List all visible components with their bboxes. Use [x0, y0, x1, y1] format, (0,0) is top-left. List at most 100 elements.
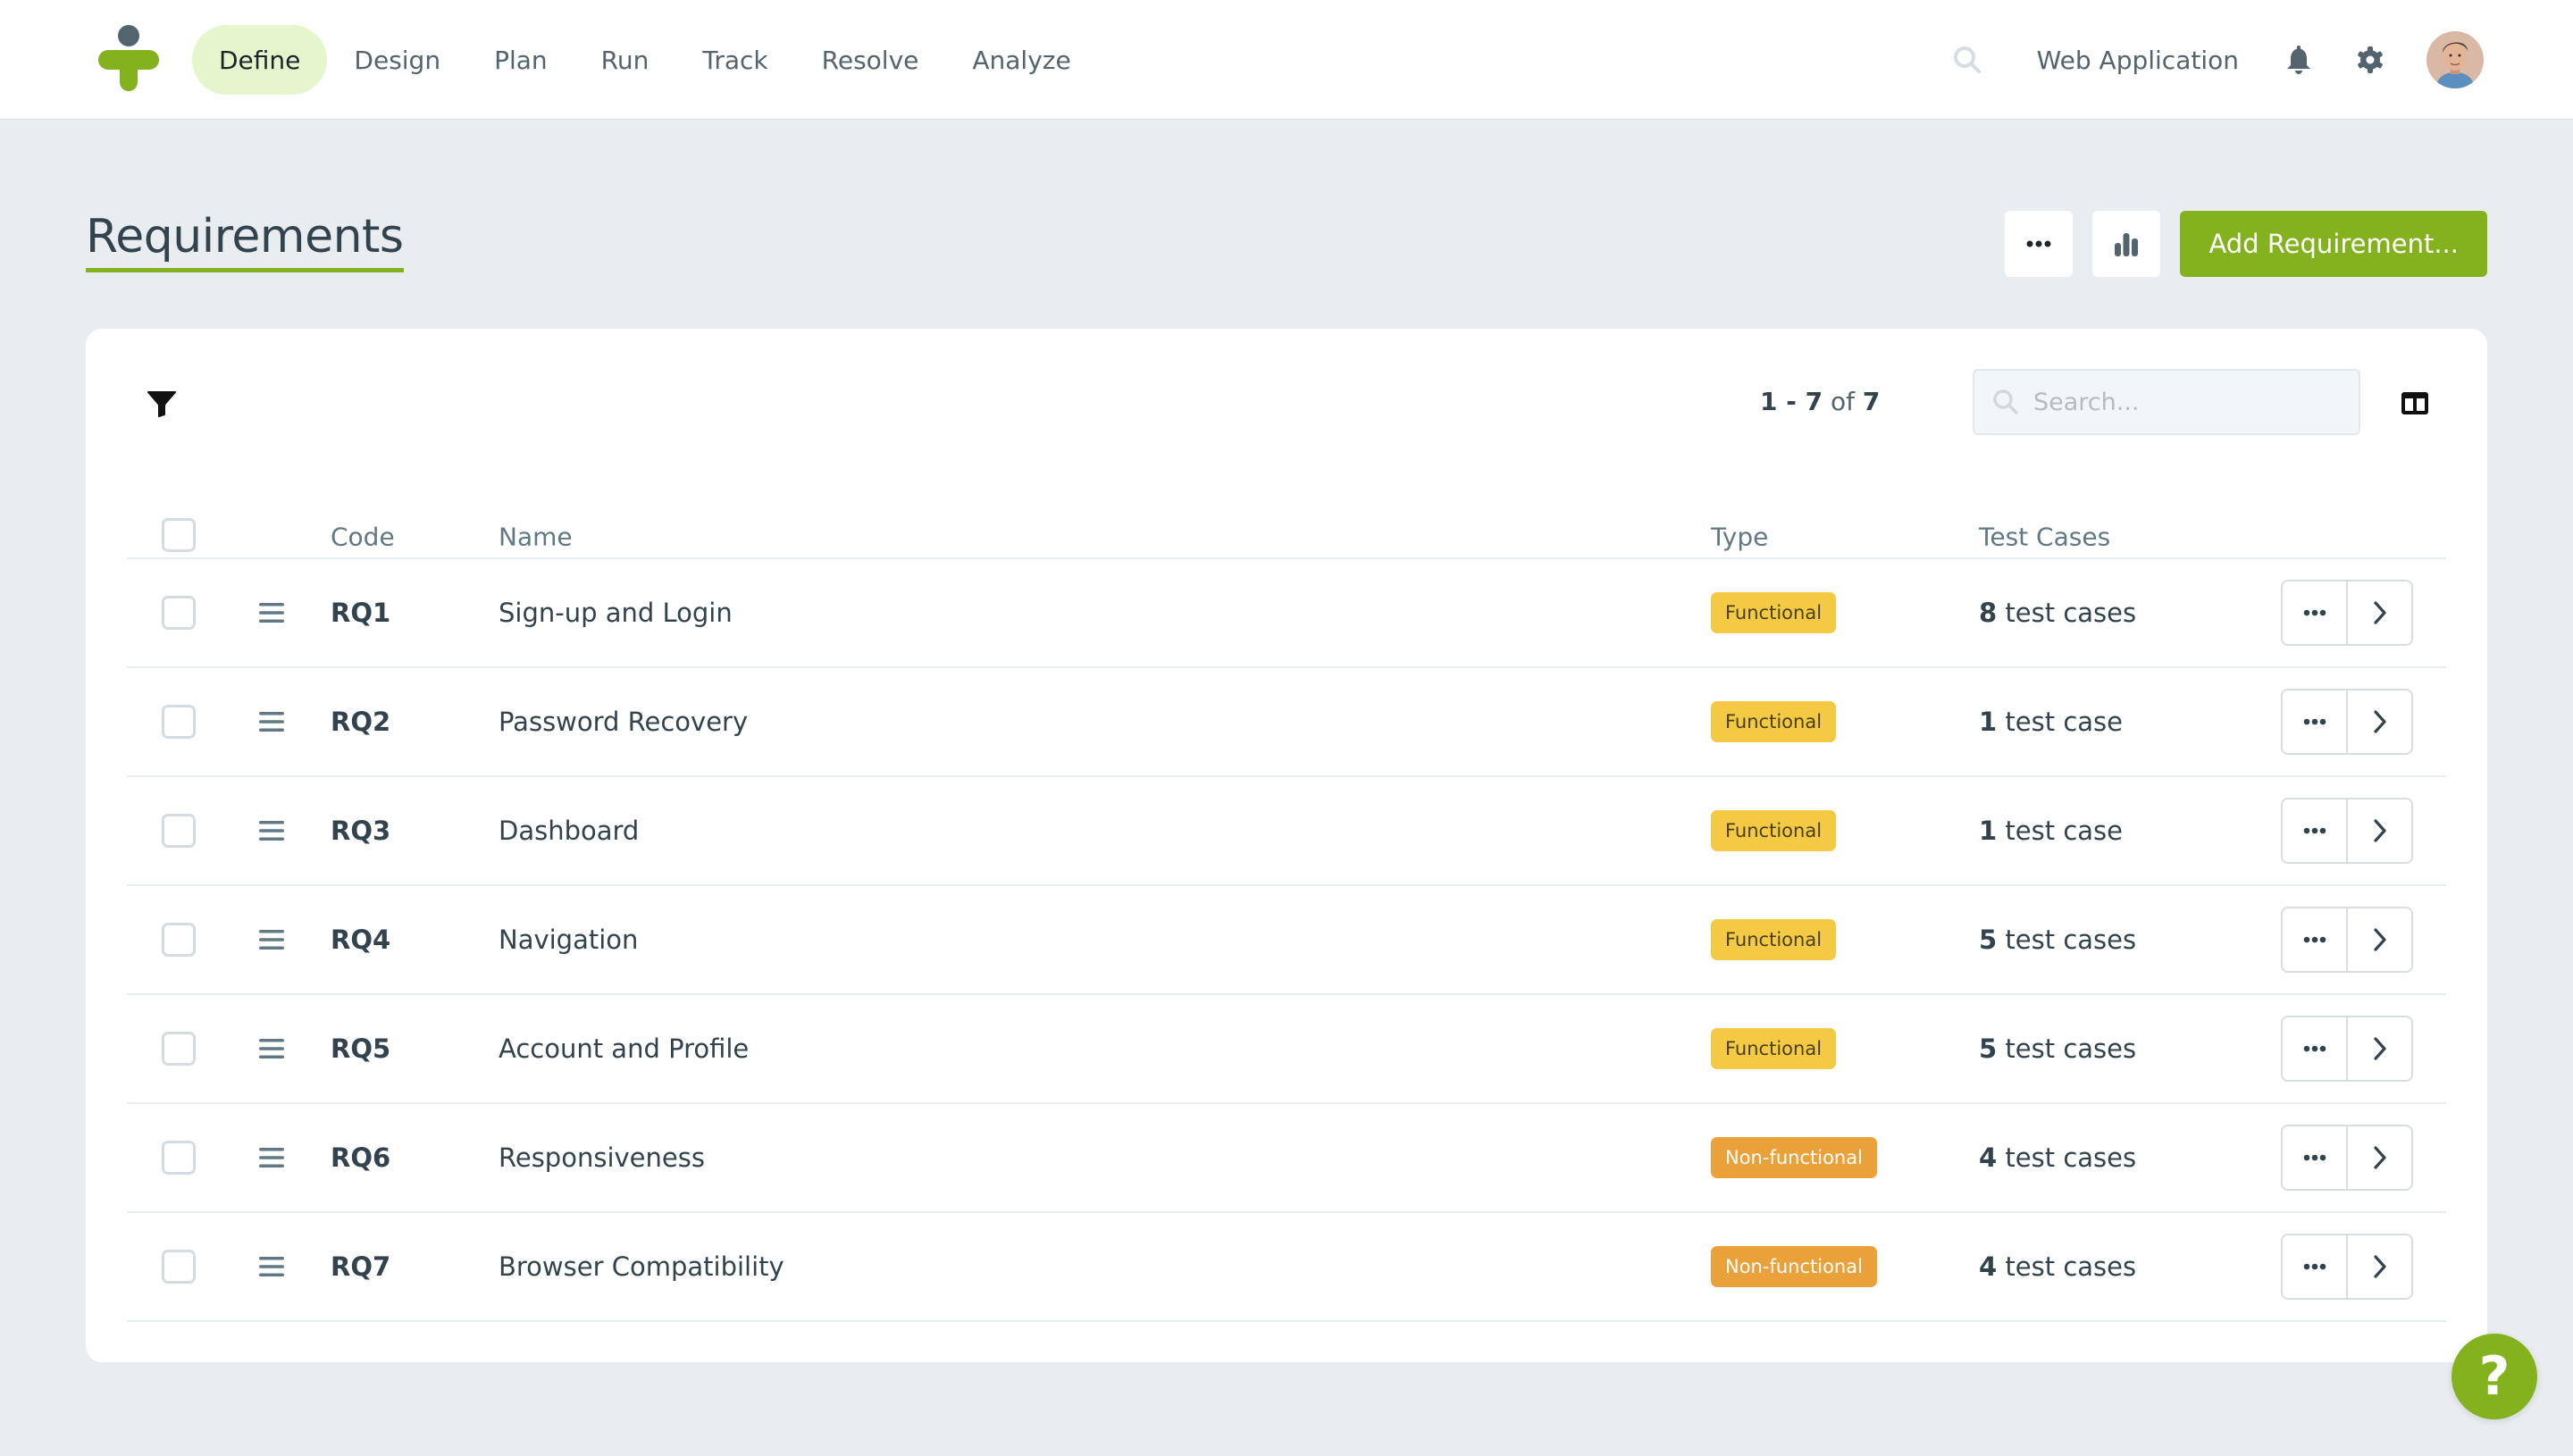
requirements-table: Code Name Type Test Cases RQ1 Sign-up an…	[127, 516, 2446, 1322]
chevron-right-icon	[2373, 1037, 2386, 1060]
table-row-rq6[interactable]: RQ6 Responsiveness Non-functional 4 test…	[127, 1104, 2446, 1213]
test-case-number: 5	[1979, 925, 1998, 955]
row-open-button[interactable]	[2346, 690, 2411, 753]
search-input[interactable]	[2033, 388, 2355, 416]
row-actions	[2281, 1016, 2413, 1082]
row-open-button[interactable]	[2346, 1235, 2411, 1298]
reports-button[interactable]	[2092, 211, 2161, 277]
test-cases-count[interactable]: 8 test cases	[1979, 598, 2136, 628]
gear-icon[interactable]	[2355, 45, 2385, 75]
test-case-number: 4	[1979, 1251, 1998, 1282]
more-options-button[interactable]	[2005, 211, 2074, 277]
nav-resolve[interactable]: Resolve	[795, 25, 946, 95]
user-avatar[interactable]	[2426, 31, 2484, 88]
row-checkbox[interactable]	[162, 1141, 196, 1175]
select-all-checkbox[interactable]	[162, 518, 196, 552]
test-cases-count[interactable]: 1 test case	[1979, 707, 2123, 737]
search-field[interactable]	[1973, 369, 2360, 435]
column-header-type[interactable]: Type	[1711, 523, 1768, 552]
test-cases-count[interactable]: 4 test cases	[1979, 1251, 2136, 1282]
column-header-test-cases[interactable]: Test Cases	[1979, 523, 2110, 552]
type-badge: Functional	[1711, 919, 1837, 960]
row-actions	[2281, 798, 2413, 864]
requirement-name[interactable]: Browser Compatibility	[499, 1251, 784, 1282]
nav-run[interactable]: Run	[574, 25, 676, 95]
requirement-name[interactable]: Dashboard	[499, 816, 639, 846]
test-case-number: 5	[1979, 1033, 1998, 1064]
row-open-button[interactable]	[2346, 582, 2411, 644]
table-row-rq3[interactable]: RQ3 Dashboard Functional 1 test case	[127, 777, 2446, 886]
table-row-rq1[interactable]: RQ1 Sign-up and Login Functional 8 test …	[127, 559, 2446, 668]
drag-handle-icon[interactable]	[259, 1038, 284, 1059]
drag-handle-icon[interactable]	[259, 1147, 284, 1168]
ellipsis-icon	[2303, 936, 2326, 943]
row-checkbox[interactable]	[162, 705, 196, 739]
drag-handle-icon[interactable]	[259, 820, 284, 841]
column-header-code[interactable]: Code	[331, 523, 395, 552]
column-header-name[interactable]: Name	[499, 523, 573, 552]
requirement-name[interactable]: Sign-up and Login	[499, 598, 733, 628]
test-cases-count[interactable]: 5 test cases	[1979, 925, 2136, 955]
drag-handle-icon[interactable]	[259, 602, 284, 623]
table-row-rq5[interactable]: RQ5 Account and Profile Functional 5 tes…	[127, 995, 2446, 1104]
row-more-button[interactable]	[2283, 690, 2346, 753]
nav-define[interactable]: Define	[192, 25, 328, 95]
test-cases-count[interactable]: 1 test case	[1979, 816, 2123, 846]
requirement-name[interactable]: Account and Profile	[499, 1033, 749, 1064]
requirement-name[interactable]: Responsiveness	[499, 1142, 705, 1173]
table-row-rq7[interactable]: RQ7 Browser Compatibility Non-functional…	[127, 1213, 2446, 1322]
table-body: RQ1 Sign-up and Login Functional 8 test …	[127, 559, 2446, 1322]
test-case-label: test cases	[1997, 1142, 2137, 1173]
row-more-button[interactable]	[2283, 908, 2346, 971]
requirement-code: RQ7	[331, 1251, 391, 1282]
add-requirement-button[interactable]: Add Requirement...	[2180, 211, 2487, 277]
nav-analyze[interactable]: Analyze	[945, 25, 1097, 95]
row-checkbox[interactable]	[162, 1032, 196, 1066]
requirement-name[interactable]: Navigation	[499, 925, 638, 955]
nav-design[interactable]: Design	[327, 25, 467, 95]
nav-track[interactable]: Track	[675, 25, 794, 95]
row-checkbox[interactable]	[162, 1250, 196, 1284]
row-open-button[interactable]	[2346, 799, 2411, 862]
test-case-number: 8	[1979, 598, 1998, 628]
project-selector[interactable]: Web Application	[2037, 46, 2239, 75]
row-more-button[interactable]	[2283, 1126, 2346, 1189]
requirement-code: RQ1	[331, 598, 391, 628]
test-case-number: 4	[1979, 1142, 1998, 1173]
help-button[interactable]: ?	[2451, 1334, 2537, 1419]
test-cases-count[interactable]: 5 test cases	[1979, 1033, 2136, 1064]
requirement-name[interactable]: Password Recovery	[499, 707, 748, 737]
table-row-rq4[interactable]: RQ4 Navigation Functional 5 test cases	[127, 886, 2446, 995]
drag-handle-icon[interactable]	[259, 929, 284, 950]
bell-icon[interactable]	[2284, 45, 2314, 75]
row-open-button[interactable]	[2346, 1017, 2411, 1080]
row-open-button[interactable]	[2346, 1126, 2411, 1189]
row-more-button[interactable]	[2283, 582, 2346, 644]
row-more-button[interactable]	[2283, 1017, 2346, 1080]
search-icon[interactable]	[1951, 44, 1983, 76]
row-open-button[interactable]	[2346, 908, 2411, 971]
drag-handle-icon[interactable]	[259, 711, 284, 732]
type-badge: Non-functional	[1711, 1246, 1877, 1287]
test-cases-count[interactable]: 4 test cases	[1979, 1142, 2136, 1173]
row-checkbox[interactable]	[162, 596, 196, 630]
app-logo-icon[interactable]	[96, 23, 161, 93]
pagination-summary: 1 - 7 of 7	[1760, 384, 1880, 420]
table-row-rq2[interactable]: RQ2 Password Recovery Functional 1 test …	[127, 668, 2446, 777]
columns-icon[interactable]	[2400, 388, 2430, 418]
requirements-card: 1 - 7 of 7 Code Name Type Test Cases RQ1…	[86, 329, 2487, 1362]
test-case-number: 1	[1979, 816, 1998, 846]
filter-icon[interactable]	[147, 388, 177, 418]
chevron-right-icon	[2373, 928, 2386, 951]
row-more-button[interactable]	[2283, 1235, 2346, 1298]
nav-plan[interactable]: Plan	[467, 25, 574, 95]
drag-handle-icon[interactable]	[259, 1256, 284, 1277]
row-checkbox[interactable]	[162, 923, 196, 957]
row-checkbox[interactable]	[162, 814, 196, 848]
row-more-button[interactable]	[2283, 799, 2346, 862]
type-badge: Functional	[1711, 810, 1837, 851]
top-navigation-bar: Define Design Plan Run Track Resolve Ana…	[0, 0, 2573, 120]
test-case-label: test case	[1997, 707, 2123, 737]
page-title: Requirements	[86, 211, 404, 272]
type-badge: Functional	[1711, 1028, 1837, 1069]
